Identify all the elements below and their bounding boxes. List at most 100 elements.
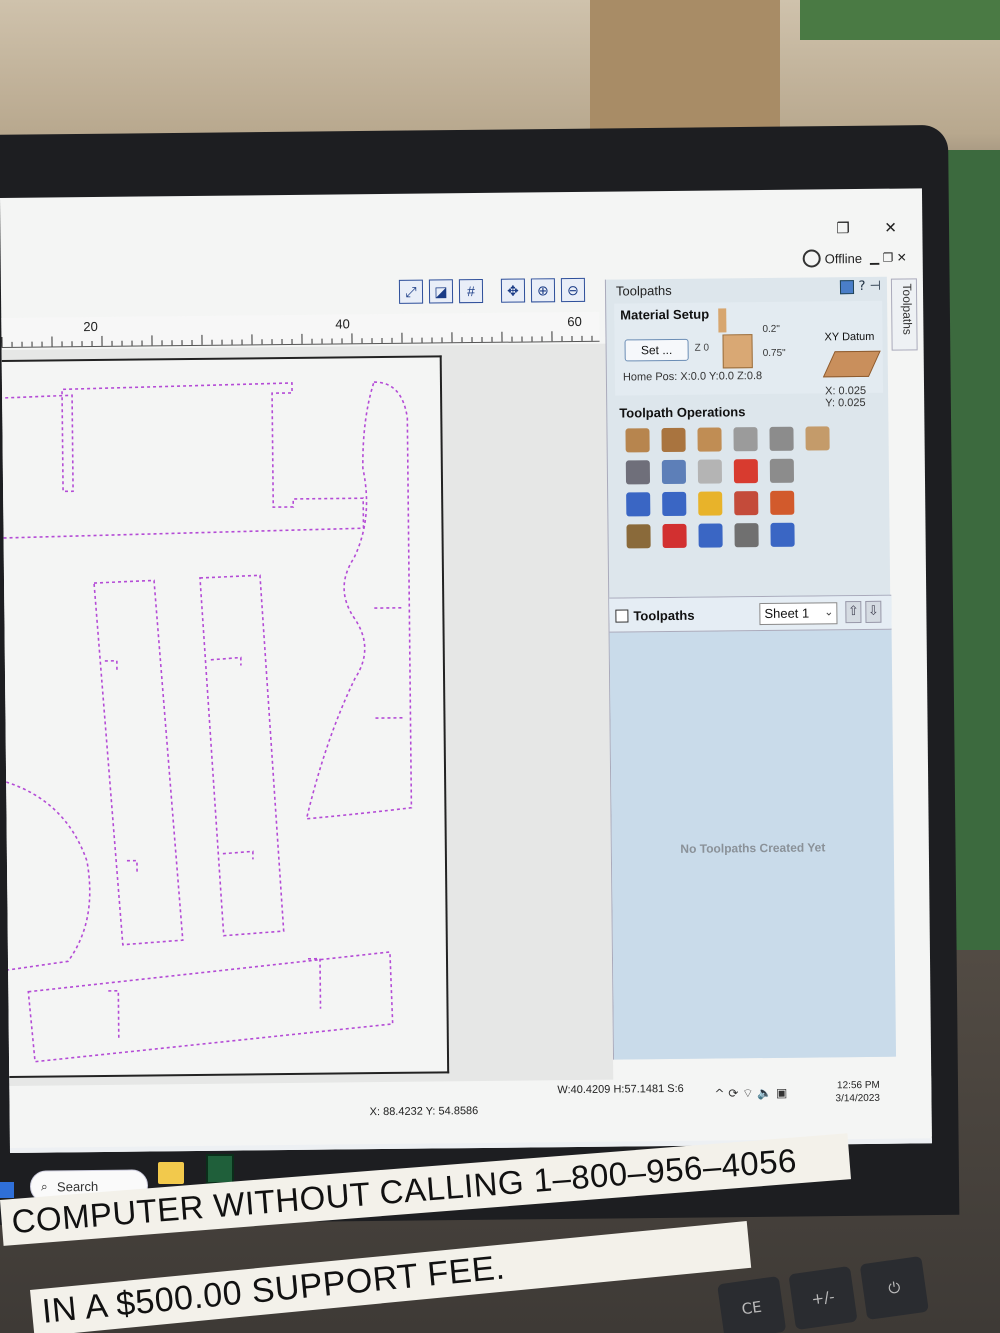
close-icon[interactable]: ✕ (884, 219, 897, 237)
panel-title: Toolpaths (615, 282, 672, 299)
sheet-select-value: Sheet 1 (764, 605, 810, 622)
ruler-tick (111, 340, 113, 346)
material-setup-heading: Material Setup (620, 306, 710, 323)
material-hand-icon[interactable] (626, 524, 651, 549)
ruler-tick (391, 337, 393, 343)
xy-datum-plate-icon (822, 350, 881, 378)
vector-part (93, 579, 184, 946)
ruler-tick (141, 340, 143, 346)
grid-icon[interactable]: # (458, 278, 484, 304)
ruler-tick (21, 341, 23, 347)
key-ce[interactable]: CE (717, 1275, 787, 1333)
view-shape-icon[interactable]: ◪ (428, 279, 454, 304)
empty-toolpaths-message: No Toolpaths Created Yet (680, 840, 826, 856)
move-up-icon[interactable]: ⇧ (845, 601, 862, 624)
panel-window-controls[interactable]: ▁ ❐ ✕ (870, 251, 907, 265)
pan-icon[interactable]: ✥ (500, 278, 526, 303)
vcarve-app-icon[interactable] (206, 1154, 234, 1184)
vector-tab (104, 659, 118, 671)
ruler-tick (51, 336, 53, 347)
ruler-tick (131, 340, 133, 346)
help-icon[interactable]: ? (859, 279, 866, 294)
pin-icon[interactable]: ⊣ (870, 279, 881, 294)
vector-part (199, 574, 285, 937)
drilling-toolpath-icon[interactable] (697, 427, 722, 452)
ruler-tick (161, 340, 163, 346)
pocket-toolpath-icon[interactable] (661, 427, 686, 453)
file-explorer-icon[interactable] (158, 1162, 184, 1184)
zoom-extents-icon[interactable]: ⤢ (398, 279, 424, 304)
inlay-toolpath-icon[interactable] (805, 426, 830, 451)
ruler-tick (191, 339, 193, 346)
calculator-icon[interactable] (769, 458, 795, 483)
toolpath-operations-section: Toolpath Operations (615, 403, 884, 549)
chevron-down-icon: ⌄ (824, 606, 834, 619)
wizard-icon[interactable] (770, 490, 795, 515)
ruler-tick (521, 336, 523, 342)
ruler-tick (491, 336, 493, 342)
system-clock[interactable]: 12:56 PM 3/14/2023 (835, 1079, 880, 1105)
vector-part (2, 382, 365, 539)
operation-row (625, 426, 883, 453)
ruler-tick (541, 336, 543, 342)
ruler-tick (181, 340, 183, 346)
timer-icon[interactable] (662, 523, 687, 549)
toolpaths-side-tab[interactable]: Toolpaths (890, 278, 918, 351)
tool-database-icon[interactable] (625, 460, 651, 485)
windows-start-icon[interactable] (0, 1182, 14, 1198)
template-icon[interactable] (697, 459, 723, 484)
material-set-button[interactable]: Set ... (624, 338, 689, 362)
status-bar: X: 88.4232 Y: 54.8586 W:40.4209 H:57.148… (9, 1076, 932, 1146)
edit-toolpath-icon[interactable] (661, 459, 687, 485)
preview-upper-icon[interactable] (698, 491, 723, 516)
ruler-tick (421, 337, 423, 343)
ruler-tick (271, 339, 273, 345)
clock-time: 12:56 PM (836, 1079, 880, 1092)
ruler-tick (1, 336, 3, 347)
power-icon[interactable]: ⏻ (859, 1255, 929, 1321)
photo-scene: ❐ ✕ Offline ▁ ❐ ✕ ⤢ ◪ # ✥ ⊕ ⊖ 20 40 60 T… (0, 0, 1000, 1333)
dim-thickness-label: 0.75" (762, 347, 786, 360)
maximize-icon[interactable]: ❐ (836, 219, 850, 237)
ruler-tick (431, 337, 433, 343)
ruler-tick (91, 341, 93, 347)
ruler-tick (581, 335, 583, 341)
system-tray-icons[interactable]: ^ ⟳ ⌔ 🔈 ▣ (714, 1086, 787, 1102)
ruler-tick (551, 331, 553, 342)
ruler-tick (381, 338, 383, 344)
profile-toolpath-icon[interactable] (625, 428, 650, 453)
ruler-tick (231, 339, 233, 345)
delete-toolpath-icon[interactable] (733, 459, 759, 484)
preview-toolpath-icon[interactable] (626, 492, 651, 517)
toolpath-summary-icon[interactable] (698, 523, 723, 548)
move-down-icon[interactable]: ⇩ (865, 600, 882, 623)
ruler-tick (361, 338, 363, 344)
zoom-out-icon[interactable]: ⊖ (560, 277, 586, 303)
toolpath-list-header: Toolpaths Sheet 1 ⌄ ⇧ ⇩ (609, 595, 892, 633)
panel-dock-icon[interactable] (840, 279, 855, 294)
ruler-tick (401, 332, 403, 343)
ruler-tick (171, 340, 173, 346)
search-icon: ⌕ (40, 1179, 48, 1194)
part-vectors[interactable] (2, 357, 449, 1080)
zoom-in-icon[interactable]: ⊕ (530, 278, 556, 303)
ruler-tick (341, 338, 343, 344)
settings-icon[interactable] (734, 523, 759, 548)
operation-row (625, 458, 884, 485)
reset-preview-icon[interactable] (734, 491, 759, 516)
save-toolpath-icon[interactable] (770, 522, 795, 547)
v-carve-toolpath-icon[interactable] (733, 427, 758, 452)
drawing-canvas[interactable] (1, 343, 614, 1090)
ruler-tick (371, 338, 373, 344)
ruler-tick (591, 335, 593, 341)
ruler-tick (41, 341, 43, 347)
sheet-select[interactable]: Sheet 1 ⌄ (759, 602, 838, 626)
preview-selected-icon[interactable] (662, 491, 687, 517)
text-engrave-icon[interactable] (769, 426, 794, 451)
background-shelf (800, 0, 1000, 40)
toolpaths-checkbox[interactable] (615, 609, 629, 623)
offline-indicator[interactable]: Offline ▁ ❐ ✕ (802, 249, 907, 268)
cursor-coordinates: X: 88.4232 Y: 54.8586 (369, 1105, 479, 1119)
vector-part (27, 951, 394, 1063)
key-plus-minus[interactable]: +/- (788, 1265, 858, 1331)
